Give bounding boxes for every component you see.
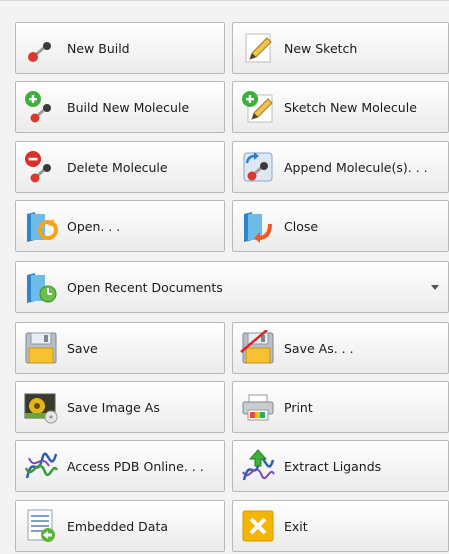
- pencil-icon: [240, 30, 276, 66]
- save-label: Save: [67, 340, 98, 356]
- append-molecules-button[interactable]: Append Molecule(s). . .: [232, 141, 449, 193]
- exit-icon: [240, 508, 276, 544]
- close-label: Close: [284, 218, 319, 234]
- delete-molecule-label: Delete Molecule: [67, 159, 168, 175]
- protein-icon: [23, 448, 59, 484]
- extract-ligands-button[interactable]: Extract Ligands: [232, 440, 449, 492]
- access-pdb-online-button[interactable]: Access PDB Online. . .: [15, 440, 225, 492]
- sketch-new-molecule-label: Sketch New Molecule: [284, 99, 417, 115]
- embedded-data-button[interactable]: Embedded Data: [15, 500, 225, 552]
- print-button[interactable]: Print: [232, 381, 449, 433]
- close-folder-icon: [240, 208, 276, 244]
- exit-label: Exit: [284, 518, 308, 534]
- add-molecule-icon: [23, 89, 59, 125]
- new-build-label: New Build: [67, 40, 130, 56]
- save-image-as-button[interactable]: Save Image As: [15, 381, 225, 433]
- access-pdb-online-label: Access PDB Online. . .: [67, 458, 204, 474]
- build-new-molecule-button[interactable]: Build New Molecule: [15, 81, 225, 133]
- new-build-button[interactable]: New Build: [15, 22, 225, 74]
- chevron-down-icon[interactable]: [431, 285, 439, 290]
- save-image-as-label: Save Image As: [67, 399, 160, 415]
- build-new-molecule-label: Build New Molecule: [67, 99, 190, 115]
- extract-ligand-icon: [240, 448, 276, 484]
- append-molecule-icon: [240, 149, 276, 185]
- delete-molecule-button[interactable]: Delete Molecule: [15, 141, 225, 193]
- extract-ligands-label: Extract Ligands: [284, 458, 382, 474]
- exit-button[interactable]: Exit: [232, 500, 449, 552]
- new-sketch-button[interactable]: New Sketch: [232, 22, 449, 74]
- open-recent-documents-label: Open Recent Documents: [67, 279, 223, 295]
- save-as-button[interactable]: Save As. . .: [232, 322, 449, 374]
- sketch-new-molecule-button[interactable]: Sketch New Molecule: [232, 81, 449, 133]
- molecule-icon: [23, 30, 59, 66]
- save-as-icon: [240, 330, 276, 366]
- add-sketch-icon: [240, 89, 276, 125]
- printer-icon: [240, 389, 276, 425]
- append-molecules-label: Append Molecule(s). . .: [284, 159, 428, 175]
- save-image-icon: [23, 389, 59, 425]
- print-label: Print: [284, 399, 313, 415]
- open-label: Open. . .: [67, 218, 121, 234]
- open-button[interactable]: Open. . .: [15, 200, 225, 252]
- save-as-label: Save As. . .: [284, 340, 354, 356]
- save-icon: [23, 330, 59, 366]
- close-button[interactable]: Close: [232, 200, 449, 252]
- recent-documents-icon: [23, 269, 59, 305]
- open-recent-documents-button[interactable]: Open Recent Documents: [15, 261, 449, 313]
- embedded-data-label: Embedded Data: [67, 518, 169, 534]
- new-sketch-label: New Sketch: [284, 40, 358, 56]
- file-menu-panel: New Build New Sketch Build New Molecule: [0, 0, 449, 554]
- delete-molecule-icon: [23, 149, 59, 185]
- embedded-data-icon: [23, 508, 59, 544]
- open-folder-icon: [23, 208, 59, 244]
- save-button[interactable]: Save: [15, 322, 225, 374]
